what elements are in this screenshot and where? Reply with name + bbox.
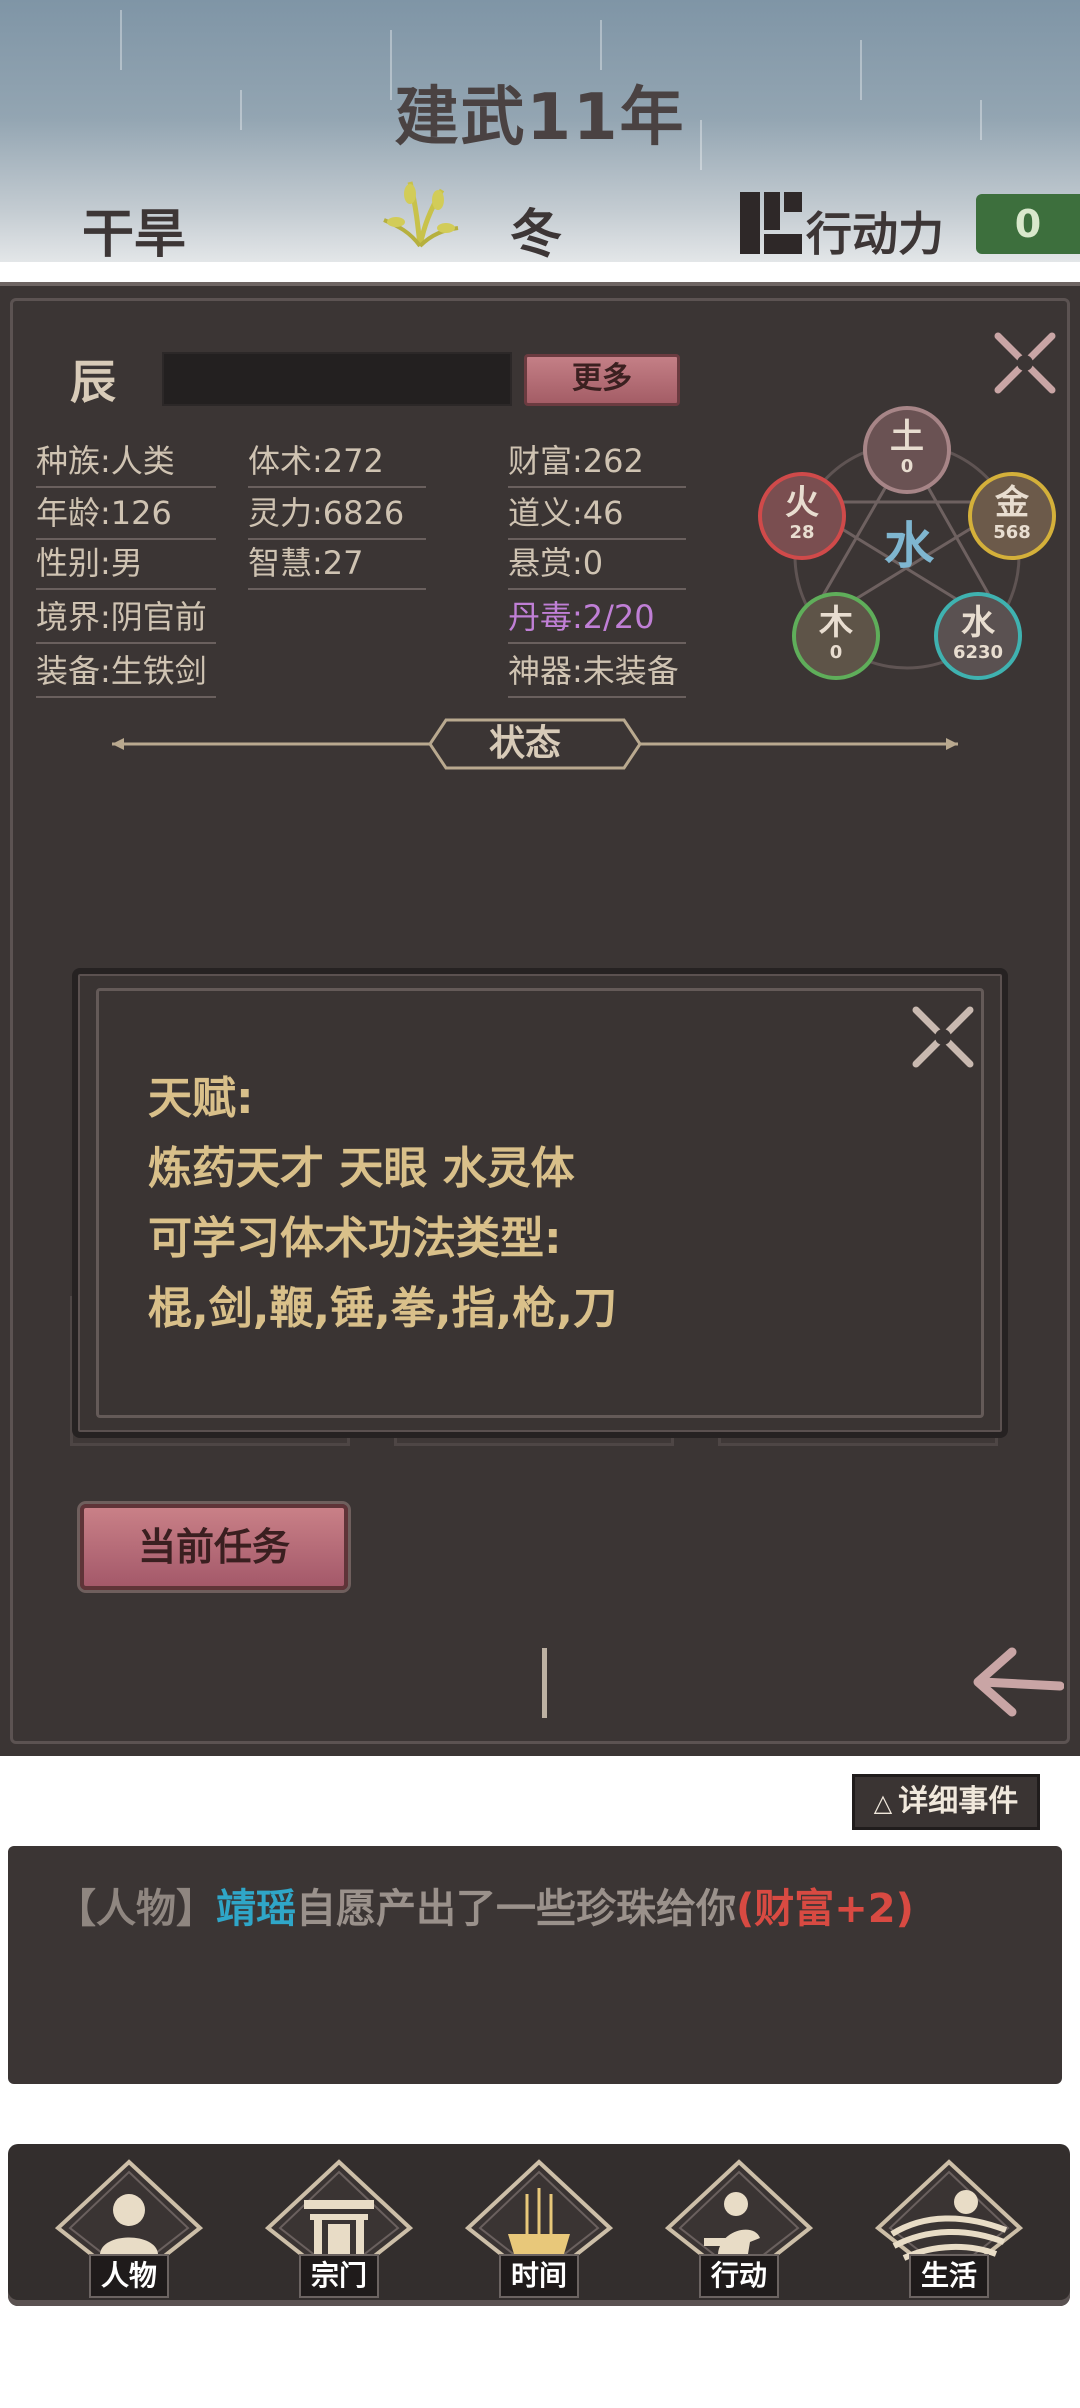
skill-types-list: 棍,剑,鞭,锤,拳,指,枪,刀 (148, 1283, 618, 1334)
triangle-icon: △ (873, 1789, 893, 1817)
close-icon[interactable] (990, 328, 1060, 398)
bottom-nav: 人物 宗门 时间 行动 生活 (8, 2144, 1070, 2306)
stat-body-art: 体术:272 (248, 436, 426, 488)
weather-label: 干旱 (82, 205, 187, 262)
nav-label-action: 行动 (699, 2254, 779, 2298)
stat-pill-poison: 丹毒:2/20 (508, 592, 686, 644)
skill-types-heading: 可学习体术功法类型: (148, 1213, 562, 1264)
stat-artifact: 神器:未装备 (508, 646, 686, 698)
stat-equipment: 装备:生铁剑 (36, 646, 216, 698)
close-icon[interactable] (908, 1002, 978, 1072)
nav-label-life: 生活 (909, 2254, 989, 2298)
event-text: 自愿产出了一些珍珠给你 (296, 1886, 736, 1932)
nav-life[interactable]: 生活 (874, 2144, 1024, 2306)
event-gain: (财富+2) (736, 1886, 914, 1932)
nav-action[interactable]: 行动 (664, 2144, 814, 2306)
element-fire: 火 28 (758, 472, 846, 560)
detail-events-button[interactable]: △ 详细事件 (852, 1774, 1040, 1830)
stat-age: 年龄:126 (36, 488, 216, 540)
nav-label-time: 时间 (499, 2254, 579, 2298)
detail-events-label: 详细事件 (898, 1784, 1019, 1819)
nav-character[interactable]: 人物 (54, 2144, 204, 2306)
stat-race: 种族:人类 (36, 436, 216, 488)
element-metal: 金 568 (968, 472, 1056, 560)
nav-label-character: 人物 (89, 2254, 169, 2298)
event-entry: 【人物】靖瑶自愿产出了一些珍珠给你(财富+2) (56, 1876, 914, 1934)
event-log: 【人物】靖瑶自愿产出了一些珍珠给你(财富+2) (8, 1846, 1062, 2084)
stat-bounty: 悬赏:0 (508, 538, 686, 590)
name-bar (162, 352, 512, 406)
rain-streak (600, 20, 602, 70)
rain-streak (120, 10, 122, 70)
talent-list: 炼药天才 天眼 水灵体 (148, 1143, 575, 1194)
winter-plant-icon (383, 181, 459, 248)
stat-gender: 性别:男 (36, 538, 216, 590)
element-wood: 木0 (792, 592, 880, 680)
nav-time[interactable]: 时间 (464, 2144, 614, 2306)
character-name: 辰 (70, 355, 116, 409)
nav-sect[interactable]: 宗门 (264, 2144, 414, 2306)
talent-heading: 天赋: (148, 1073, 254, 1124)
season-label: 冬 (510, 205, 563, 262)
five-elements: 土0 火 28 金 568 木0 水 6230 水 (752, 406, 1062, 696)
back-arrow-icon[interactable] (972, 1646, 1064, 1718)
dominant-element: 水 (884, 517, 934, 575)
stat-realm: 境界:阴官前 (36, 592, 216, 644)
stat-wisdom: 智慧:27 (248, 538, 426, 590)
nav-label-sect: 宗门 (299, 2254, 379, 2298)
header-sky: 建武11年 干旱 冬 行动力 0 (0, 0, 1080, 262)
event-category: 【人物】 (56, 1886, 216, 1932)
event-person[interactable]: 靖瑶 (216, 1886, 296, 1932)
element-earth: 土0 (863, 406, 951, 494)
divider-bar (542, 1648, 547, 1718)
stat-wealth: 财富:262 (508, 436, 686, 488)
status-label: 状态 (488, 723, 561, 764)
stat-righteousness: 道义:46 (508, 488, 686, 540)
current-task-button[interactable]: 当前任务 (80, 1504, 348, 1590)
year-title: 建武11年 (394, 81, 686, 155)
action-points-value: 0 (976, 194, 1080, 254)
element-water: 水 6230 (934, 592, 1022, 680)
action-points-label: 行动力 (806, 207, 944, 261)
action-points-icon (740, 192, 802, 254)
talent-dialog: 天赋: 炼药天才 天眼 水灵体 可学习体术功法类型: 棍,剑,鞭,锤,拳,指,枪… (72, 968, 1008, 1438)
stat-spirit: 灵力:6826 (248, 488, 426, 540)
more-button[interactable]: 更多 (524, 354, 680, 406)
